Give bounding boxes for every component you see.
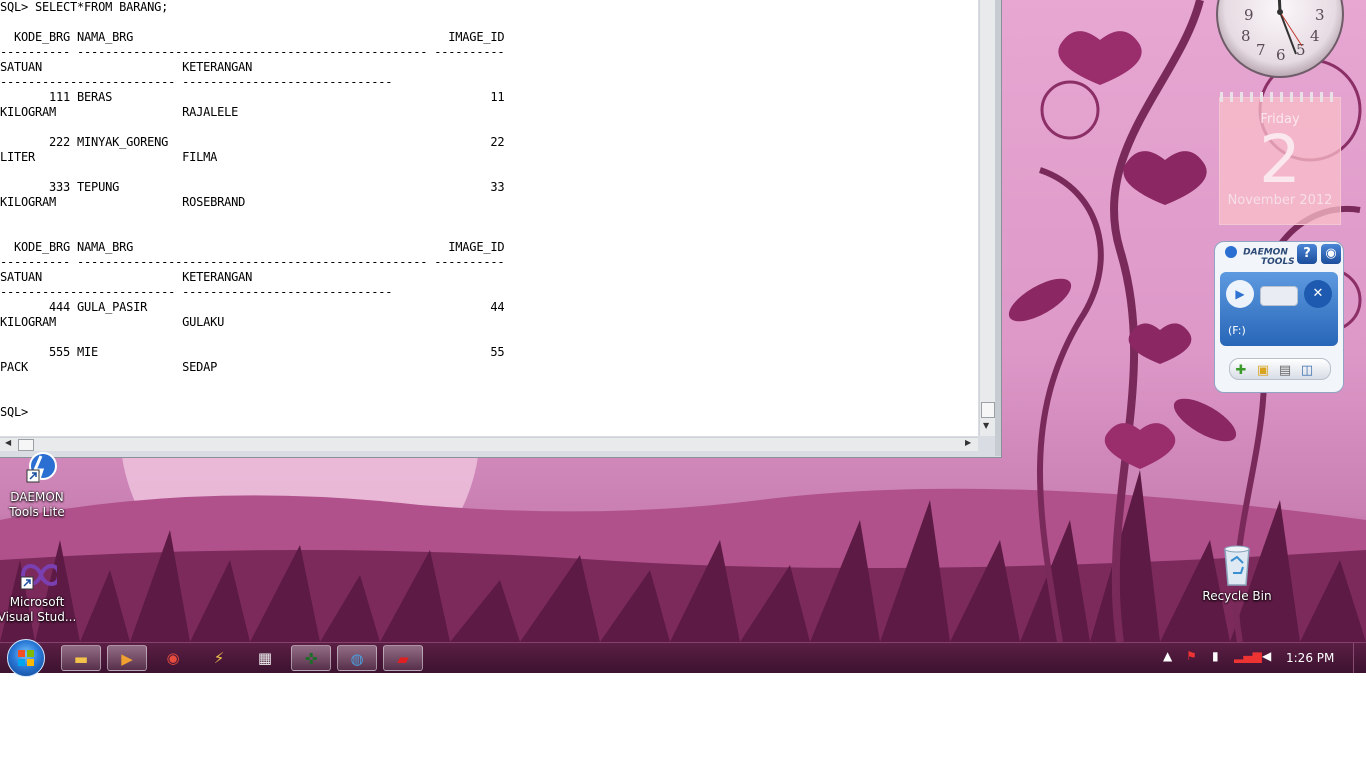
- network-icon[interactable]: ▂▄▆: [1234, 649, 1262, 663]
- daemon-logo-line2: TOOLS: [1261, 257, 1295, 267]
- paint-icon: ◍: [350, 650, 364, 668]
- desktop-icon-label: DAEMON: [10, 490, 64, 504]
- desktop-icon-daemon-tools[interactable]: DAEMON Tools Lite: [0, 452, 77, 520]
- calendar-gadget[interactable]: Friday 2 November 2012: [1219, 92, 1341, 225]
- sql-plus-icon: ✜: [304, 650, 318, 668]
- taskbar-chrome-button[interactable]: ◉: [153, 645, 193, 671]
- acrobat-icon: ▰: [397, 650, 409, 668]
- lightning-icon: [1225, 246, 1237, 258]
- action-center-icon[interactable]: ⚑: [1186, 649, 1197, 663]
- daemon-logo-line1: DAEMON: [1243, 247, 1288, 258]
- clock-hands-icon: [1277, 0, 1303, 55]
- scroll-left-arrow-icon[interactable]: ◀: [5, 438, 11, 447]
- daemon-tools-icon: [17, 452, 57, 488]
- show-hidden-icons-icon[interactable]: ▲: [1163, 649, 1172, 663]
- drive-label: (F:): [1228, 324, 1246, 337]
- battery-icon[interactable]: ▮: [1212, 649, 1219, 663]
- open-folder-icon[interactable]: ▣: [1252, 361, 1274, 381]
- volume-icon[interactable]: ◀: [1262, 649, 1271, 663]
- visual-studio-icon: [17, 557, 62, 593]
- drive-disk-icon: [1260, 286, 1298, 306]
- taskbar-acrobat-button[interactable]: ▰: [383, 645, 423, 671]
- vertical-scrollbar[interactable]: ▼: [979, 0, 996, 436]
- chrome-icon: ◉: [166, 649, 180, 667]
- play-icon[interactable]: ▶: [1226, 280, 1254, 308]
- vertical-scroll-thumb[interactable]: [981, 402, 995, 418]
- daemon-tools-logo: DAEMON TOOLS: [1225, 246, 1295, 267]
- media-player-icon: ▶: [121, 650, 133, 668]
- help-button[interactable]: ?: [1297, 244, 1317, 264]
- taskbar-flash-button[interactable]: ⚡: [199, 645, 239, 671]
- console-output[interactable]: SQL> SELECT*FROM BARANG; KODE_BRG NAMA_B…: [0, 0, 978, 436]
- drive-icon[interactable]: ▤: [1274, 361, 1296, 381]
- virtual-drive-panel[interactable]: ▶ ✕ (F:): [1220, 272, 1338, 346]
- calendar-rings: [1220, 92, 1340, 102]
- desktop-icon-label: Tools Lite: [9, 505, 65, 519]
- calendar-day: 2: [1259, 121, 1301, 198]
- daemon-toolbar: ✚ ▣ ▤ ◫: [1229, 358, 1331, 380]
- rss-icon: ◉: [1325, 246, 1337, 261]
- sqlplus-console-window[interactable]: SQL> SELECT*FROM BARANG; KODE_BRG NAMA_B…: [0, 0, 1002, 458]
- horizontal-scrollbar[interactable]: ◀ ▶: [0, 437, 978, 451]
- window-border: [995, 0, 1001, 456]
- horizontal-scroll-thumb[interactable]: [18, 439, 34, 451]
- desktop-icon-visual-studio[interactable]: Microsoft Visual Stud...: [0, 557, 77, 625]
- calendar-month-year: November 2012: [1227, 193, 1333, 208]
- wrench-icon[interactable]: ✕: [1304, 280, 1332, 308]
- add-image-icon[interactable]: ✚: [1230, 361, 1252, 381]
- taskbar-explorer-button[interactable]: ▬: [61, 645, 101, 671]
- scroll-down-arrow-icon[interactable]: ▼: [983, 421, 989, 430]
- add-drive-icon[interactable]: ◫: [1296, 361, 1318, 381]
- start-button[interactable]: [7, 639, 45, 677]
- rss-button[interactable]: ◉: [1321, 244, 1341, 264]
- show-desktop-button[interactable]: [1353, 643, 1366, 673]
- taskbar-paint-button[interactable]: ◍: [337, 645, 377, 671]
- taskbar-clock[interactable]: 1:26 PM: [1286, 651, 1334, 665]
- flash-icon: ⚡: [213, 649, 225, 667]
- taskbar-sqlplus-button[interactable]: ✜: [291, 645, 331, 671]
- clock-gadget[interactable]: 9 8 7 6 5 4 3: [1216, 0, 1344, 78]
- recycle-bin-icon: [1217, 543, 1257, 587]
- taskbar: ▬ ▶ ◉ ⚡ ▦ ✜ ◍ ▰ ▲ ⚑ ▮ ▂▄▆ ◀ 1:26 PM: [0, 639, 1366, 677]
- file-explorer-icon: ▬: [73, 650, 89, 668]
- desktop-icon-label: Recycle Bin: [1202, 589, 1272, 603]
- console-text: SQL> SELECT*FROM BARANG; KODE_BRG NAMA_B…: [0, 0, 505, 419]
- desktop-icon-label: Microsoft: [9, 595, 65, 609]
- windows-logo-icon: [18, 650, 34, 666]
- movie-maker-icon: ▦: [257, 649, 273, 667]
- taskbar-movie-maker-button[interactable]: ▦: [245, 645, 285, 671]
- desktop-icon-recycle-bin[interactable]: Recycle Bin: [1197, 543, 1277, 604]
- desktop-icon-label: Visual Stud...: [0, 610, 77, 624]
- scroll-right-arrow-icon[interactable]: ▶: [965, 438, 971, 447]
- daemon-tools-gadget[interactable]: DAEMON TOOLS ? ◉ ▶ ✕ (F:) ✚ ▣ ▤ ◫: [1214, 241, 1344, 393]
- taskbar-media-player-button[interactable]: ▶: [107, 645, 147, 671]
